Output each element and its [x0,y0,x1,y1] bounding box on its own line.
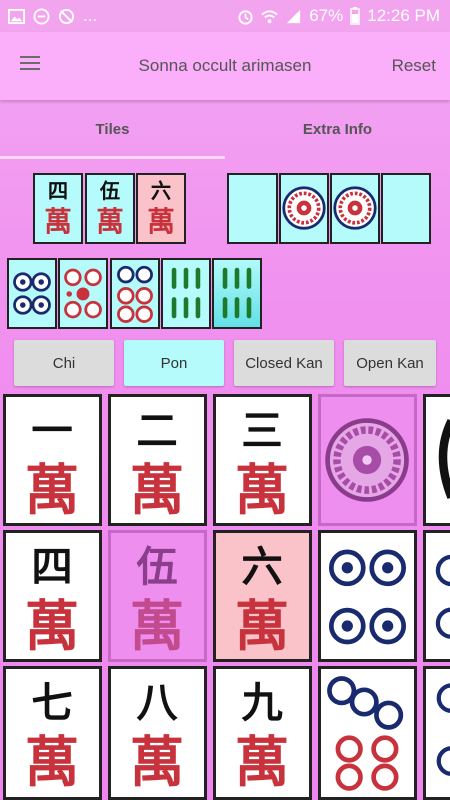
grid-tile-6-man[interactable]: 六萬 [213,530,312,662]
hand-tile-6-sou-drawn[interactable] [212,258,262,329]
hand-tile-5-pin[interactable] [58,258,108,329]
grid-tile-4-pin[interactable] [318,530,417,662]
tile-number: 七 [31,678,72,727]
alarm-icon [238,9,253,25]
tile-number: 九 [241,678,283,727]
reset-button[interactable]: Reset [392,56,436,76]
grid-tile-partial[interactable] [423,666,450,800]
grid-tile-1-pin[interactable] [318,394,417,526]
wan-character: 萬 [130,594,184,658]
tile-number: 一 [31,406,72,455]
wan-character: 萬 [130,730,184,794]
tile-number: 八 [136,678,178,727]
hand-tile-5-man[interactable]: 伍萬 [85,173,135,244]
tab-tiles[interactable]: Tiles [0,102,225,158]
tile-number: 三 [241,406,282,455]
tile-number: 伍 [136,542,177,591]
wan-character: 萬 [235,730,289,794]
battery-percent: 67% [309,6,344,25]
tab-bar: Tiles Extra Info [0,102,450,160]
clock: 12:26 PM [367,6,440,25]
wan-character: 萬 [25,458,79,522]
status-dots: ... [83,6,98,25]
battery-icon [350,7,360,25]
grid-tile-9-man[interactable]: 九萬 [213,666,312,800]
app-title: Sonna occult arimasen [138,56,312,75]
tab-indicator [0,156,225,159]
grid-tile-partial[interactable] [423,530,450,662]
wan-character: 萬 [235,458,289,522]
grid-tile-7-man[interactable]: 七萬 [3,666,102,800]
wan-character: 萬 [147,205,175,238]
open-kan-button[interactable]: Open Kan [344,340,436,386]
kan-tile-facedown[interactable] [227,173,278,244]
kan-tile-1-pin[interactable] [279,173,329,244]
no-rotate-icon [58,8,75,24]
hand-tile-6-pin[interactable] [110,258,160,329]
app-bar: Sonna occult arimasen Reset [0,32,450,100]
wan-character: 萬 [130,458,184,522]
wan-character: 萬 [25,730,79,794]
grid-tile-7-pin[interactable] [318,666,417,800]
grid-tile-8-man[interactable]: 八萬 [108,666,207,800]
kan-tile-1-pin[interactable] [330,173,380,244]
wan-character: 萬 [235,594,289,658]
status-bar: ... 67% 12:26 PM [0,0,450,32]
kan-tile-facedown[interactable] [381,173,431,244]
closed-kan-button[interactable]: Closed Kan [234,340,334,386]
grid-tile-1-man[interactable]: 一萬 [3,394,102,526]
hand-tile-6-sou[interactable] [161,258,211,329]
tile-number: 伍 [99,179,120,203]
tab-extra-info[interactable]: Extra Info [225,102,450,158]
hand-tile-6-man[interactable]: 六萬 [136,173,186,244]
tile-number: 六 [151,179,171,203]
chi-button[interactable]: Chi [14,340,114,386]
tile-number: 二 [136,406,177,455]
grid-tile-4-man[interactable]: 四萬 [3,530,102,662]
hand-tile-4-man[interactable]: 四萬 [33,173,83,244]
hand-tile-4-pin[interactable] [7,258,57,329]
dnd-icon [33,7,50,25]
tile-number: 四 [31,542,72,591]
wan-character: 萬 [25,594,79,658]
tile-number: 四 [48,179,68,203]
wan-character: 萬 [96,205,124,238]
tile-number: 六 [241,542,282,591]
grid-tile-5-man[interactable]: 伍萬 [108,530,207,662]
wifi-icon [261,9,278,23]
image-icon [8,8,25,24]
grid-tile-3-man[interactable]: 三萬 [213,394,312,526]
grid-tile-2-man[interactable]: 二萬 [108,394,207,526]
pon-button[interactable]: Pon [124,340,224,386]
signal-icon [287,9,301,23]
wan-character: 萬 [44,205,72,238]
grid-tile-partial[interactable] [423,394,450,526]
